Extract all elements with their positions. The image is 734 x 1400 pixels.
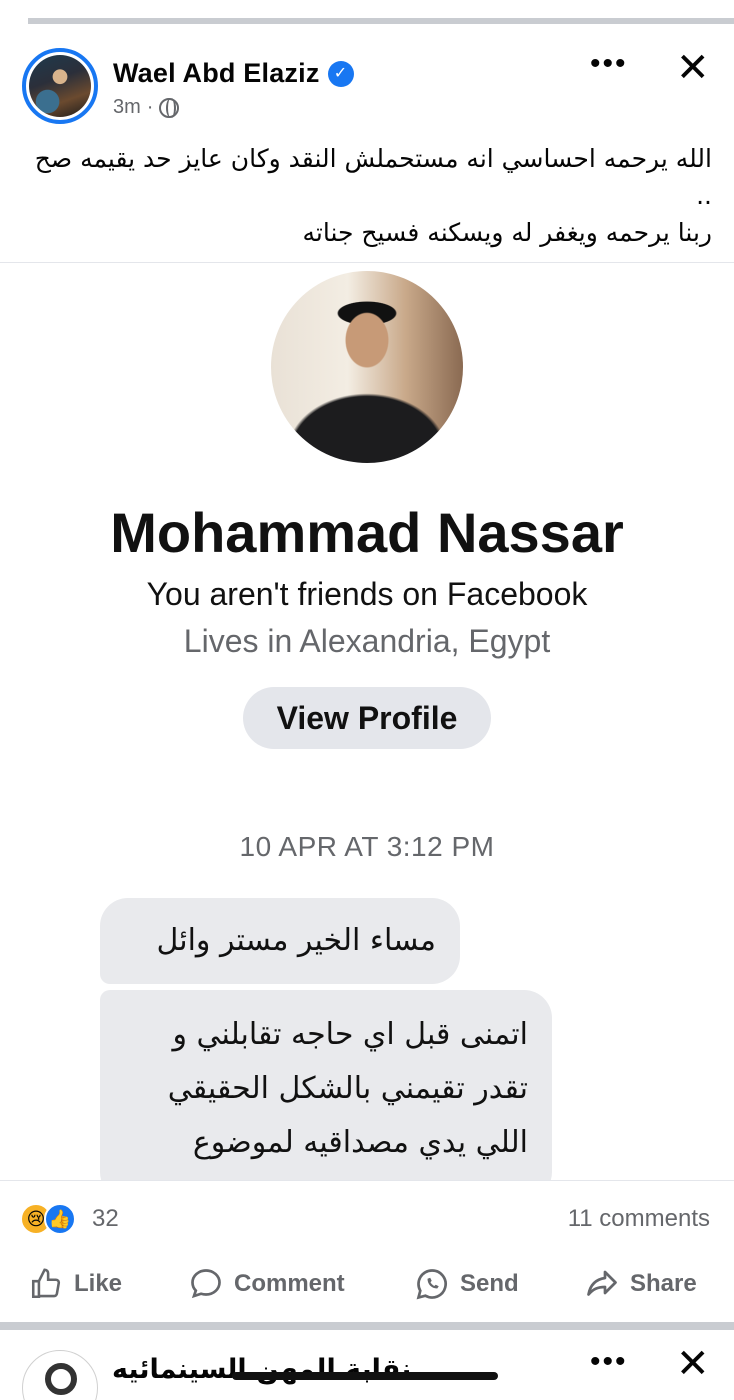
message-bubble: مساء الخير مستر وائل	[100, 898, 460, 984]
profile-photo	[271, 271, 463, 463]
close-icon[interactable]: ✕	[676, 48, 710, 88]
lives-in: Lives in Alexandria, Egypt	[183, 623, 551, 659]
post-text-line: الله يرحمه احساسي انه مستحملش النقد وكان…	[34, 144, 712, 210]
post-meta: 3m ·	[113, 96, 180, 119]
author-avatar-image	[29, 55, 91, 117]
feed-separator	[0, 0, 734, 28]
post-time[interactable]: 3m	[113, 96, 141, 119]
comment-label: Comment	[234, 1270, 345, 1297]
post-header: Wael Abd Elaziz ✓ 3m · ••• ✕	[0, 28, 734, 128]
comment-count[interactable]: 11 comments	[568, 1205, 710, 1233]
reaction-count[interactable]: 32	[92, 1205, 119, 1233]
more-options-button[interactable]: •••	[590, 49, 628, 79]
message-timestamp: 10 APR AT 3:12 PM	[239, 831, 495, 862]
reactions-bar: 😢 👍 32 11 comments	[0, 1180, 734, 1256]
meta-dot: ·	[146, 96, 154, 118]
thumbs-up-icon	[28, 1266, 64, 1302]
share-label: Share	[630, 1270, 697, 1297]
share-arrow-icon	[584, 1266, 620, 1302]
view-profile-button: View Profile	[243, 687, 491, 749]
redaction-line	[232, 1372, 498, 1380]
separator-bar	[28, 18, 734, 24]
like-reaction-icon: 👍	[44, 1203, 76, 1235]
globe-icon[interactable]	[159, 97, 180, 118]
post-text: الله يرحمه احساسي انه مستحملش النقد وكان…	[24, 140, 712, 251]
message-bubble: اتمنى قبل اي حاجه تقابلني و تقدر تقيمني …	[100, 990, 552, 1180]
next-post-avatar[interactable]	[22, 1350, 98, 1400]
more-options-button[interactable]: •••	[590, 1347, 628, 1377]
comment-bubble-icon	[188, 1266, 224, 1302]
message-line: اللي يدي مصداقيه لموضوع	[192, 1125, 528, 1160]
author-name-row[interactable]: Wael Abd Elaziz ✓	[113, 58, 354, 89]
profile-name: Mohammad Nassar	[110, 501, 624, 564]
like-label: Like	[74, 1270, 123, 1297]
message-line: تقدر تقيمني بالشكل الحقيقي	[167, 1071, 528, 1106]
friends-status: You aren't friends on Facebook	[146, 576, 588, 612]
send-button[interactable]: Send	[414, 1264, 519, 1304]
message-line: اتمنى قبل اي حاجه تقابلني و	[172, 1017, 528, 1052]
close-icon[interactable]: ✕	[676, 1344, 710, 1384]
next-post-header: نقابة المهن السينمائيه ••• ✕	[0, 1330, 734, 1400]
action-bar: Like Comment Send Share	[0, 1250, 734, 1318]
share-button[interactable]: Share	[584, 1264, 697, 1304]
like-button[interactable]: Like	[28, 1264, 122, 1304]
send-label: Send	[460, 1270, 519, 1297]
comment-button[interactable]: Comment	[188, 1264, 345, 1304]
feed-separator	[0, 1322, 734, 1330]
reaction-icons[interactable]: 😢 👍	[20, 1203, 76, 1235]
author-name[interactable]: Wael Abd Elaziz	[113, 58, 320, 89]
author-avatar[interactable]	[22, 48, 98, 124]
film-reel-icon	[45, 1363, 77, 1395]
post-image[interactable]: Mohammad Nassar You aren't friends on Fa…	[0, 263, 734, 1180]
verified-badge-icon: ✓	[327, 60, 354, 87]
next-post-author[interactable]: نقابة المهن السينمائيه	[112, 1354, 411, 1385]
post-text-line: ربنا يرحمه ويغفر له ويسكنه فسيح جناته	[302, 218, 713, 247]
whatsapp-icon	[414, 1266, 450, 1302]
